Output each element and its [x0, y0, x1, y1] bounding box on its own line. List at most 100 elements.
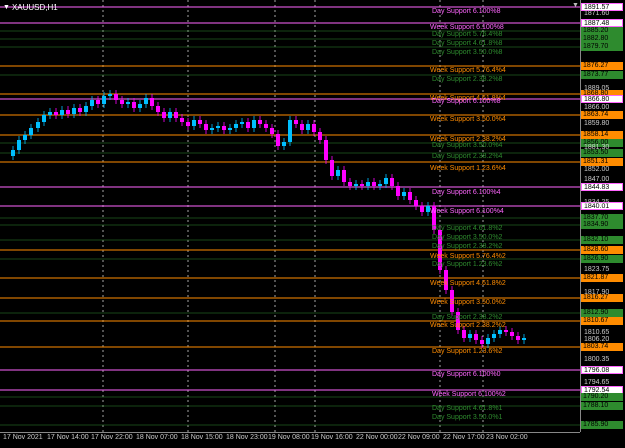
- candle-body: [300, 124, 304, 130]
- support-level-label: Day Support 3.50.0%8: [432, 49, 503, 56]
- candle-body: [312, 124, 316, 132]
- support-level-label: Day Support 1.23.6%2: [432, 348, 503, 355]
- price-level-box: 1812.90: [581, 309, 623, 317]
- candle-body: [516, 336, 520, 340]
- candle-body: [246, 122, 250, 128]
- candle-body: [282, 142, 286, 146]
- price-axis-label: 1852.00: [584, 166, 610, 173]
- price-axis-label: 1889.05: [584, 85, 610, 92]
- candle-body: [23, 135, 27, 140]
- chart-area[interactable]: ▼ XAUUSD,H1 ▼ Day Support 6.100%8 Week Su…: [0, 0, 580, 432]
- candle-body: [258, 120, 262, 124]
- candle-body: [150, 98, 154, 106]
- candle-body: [330, 160, 334, 176]
- candle-body: [294, 120, 298, 124]
- price-axis-label: 1847.00: [584, 176, 610, 183]
- support-level-label: Day Support 6.100%0: [432, 371, 501, 378]
- time-axis-label: 18 Nov 07:00: [136, 434, 178, 441]
- support-level-label: Week Support 6.100%4: [430, 208, 504, 215]
- support-level-label: Day Support 3.50.0%4: [432, 142, 503, 149]
- price-level-box: 1832.10: [581, 236, 623, 244]
- candle-body: [306, 124, 310, 130]
- support-level-label: Day Support 3.50.0%1: [432, 414, 503, 421]
- price-axis-label: 1794.65: [584, 379, 610, 386]
- candle-body: [354, 184, 358, 186]
- candle-body: [222, 126, 226, 130]
- support-level-label: Week Support 5.76.4%2: [430, 253, 506, 260]
- price-level-box: 1876.27: [581, 62, 623, 70]
- candle-body: [138, 104, 142, 108]
- price-axis-label: 1859.80: [584, 120, 610, 127]
- candle-body: [29, 128, 33, 135]
- candle-body: [114, 94, 118, 100]
- support-level-label: Week Support 2.38.2%2: [430, 322, 506, 329]
- candle-body: [132, 102, 136, 108]
- support-level-label: Day Support 6.100%8: [432, 98, 501, 105]
- time-axis-label: 22 Nov 17:00: [443, 434, 485, 441]
- candle-body: [84, 106, 88, 112]
- support-level-label: Week Support 4.61.8%2: [430, 280, 506, 287]
- support-level-label: Week Support 6.100%2: [432, 391, 506, 398]
- price-level-box: 1882.80: [581, 35, 623, 43]
- candle-body: [336, 170, 340, 176]
- candle-body: [126, 102, 130, 104]
- price-level-box: 1803.74: [581, 343, 623, 351]
- price-axis-label: 1806.20: [584, 336, 610, 343]
- candle-body: [498, 330, 502, 334]
- candle-body: [342, 170, 346, 182]
- candle-body: [204, 124, 208, 130]
- candle-body: [66, 110, 70, 114]
- candle-body: [270, 128, 274, 134]
- price-level-box: 1873.77: [581, 71, 623, 79]
- time-axis-label: 17 Nov 14:00: [47, 434, 89, 441]
- price-level-box: 1821.87: [581, 274, 623, 282]
- candle-body: [54, 112, 58, 115]
- candle-body: [372, 182, 376, 186]
- candle-body: [288, 120, 292, 142]
- candle-body: [156, 106, 160, 112]
- price-level-box: 1858.14: [581, 131, 623, 139]
- candle-body: [486, 338, 490, 344]
- price-axis[interactable]: 1891.57 1887.48 1885.20 1882.80 1879.70 1876.…: [580, 0, 625, 432]
- price-level-box: 1885.20: [581, 27, 623, 35]
- time-axis[interactable]: 17 Nov 2021 17 Nov 14:00 17 Nov 22:00 18 No…: [0, 432, 580, 448]
- time-axis-label: 23 Nov 02:00: [486, 434, 528, 441]
- support-level-label: Week Support 3.50.0%4: [430, 116, 506, 123]
- support-level-label: Day Support 2.38.2%2: [432, 243, 503, 250]
- candle-body: [48, 112, 52, 115]
- candle-body: [276, 134, 280, 146]
- price-level-box: 1887.48: [581, 19, 623, 27]
- candle-body: [324, 140, 328, 160]
- price-level-box: 1834.90: [581, 221, 623, 229]
- candle-body: [174, 112, 178, 118]
- support-level-label: Day Support 2.38.2%8: [432, 76, 503, 83]
- candle-body: [462, 330, 466, 338]
- price-level-box: 1790.20: [581, 393, 623, 401]
- candle-body: [90, 100, 94, 106]
- candle-body: [366, 182, 370, 186]
- candle-body: [252, 120, 256, 128]
- candle-body: [474, 334, 478, 340]
- candle-body: [180, 118, 184, 122]
- candle-body: [396, 186, 400, 196]
- chevron-down-icon[interactable]: ▼: [572, 2, 579, 9]
- candle-body: [408, 192, 412, 200]
- support-level-label: Day Support 4.61.8%2: [432, 225, 503, 232]
- triangle-down-icon[interactable]: ▼: [3, 4, 10, 11]
- price-axis-label: 1881.30: [584, 144, 610, 151]
- candle-body: [120, 100, 124, 104]
- candle-body: [17, 140, 21, 150]
- candle-body: [378, 184, 382, 186]
- candle-body: [348, 182, 352, 186]
- support-level-label: Day Support 4.61.8%8: [432, 40, 503, 47]
- price-chart[interactable]: [0, 0, 580, 432]
- symbol-title: ▼ XAUUSD,H1: [3, 3, 58, 12]
- candle-body: [198, 120, 202, 124]
- time-axis-label: 18 Nov 23:00: [226, 434, 268, 441]
- symbol-title-text: XAUUSD,H1: [11, 3, 58, 12]
- candle-body: [318, 132, 322, 140]
- price-level-box: 1810.67: [581, 317, 623, 325]
- time-axis-label: 19 Nov 16:00: [311, 434, 353, 441]
- candle-body: [60, 110, 64, 115]
- price-axis-label: 1866.00: [584, 104, 610, 111]
